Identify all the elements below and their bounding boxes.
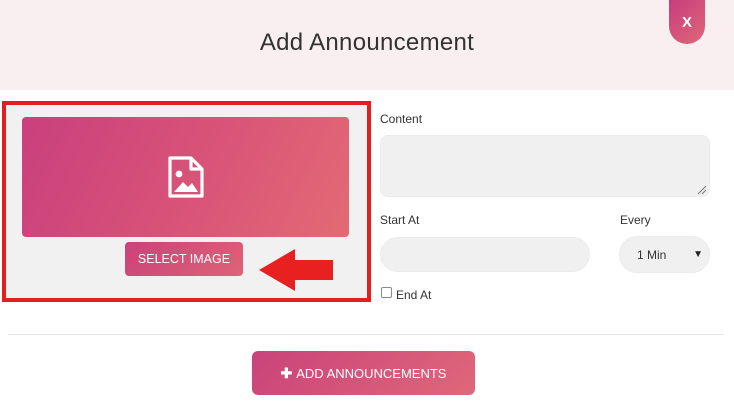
close-button[interactable]: X xyxy=(669,0,705,44)
end-at-label: End At xyxy=(396,288,432,302)
add-announcements-label: ADD ANNOUNCEMENTS xyxy=(296,365,447,381)
image-preview[interactable] xyxy=(22,117,349,237)
caret-down-icon: ▼ xyxy=(693,249,703,260)
add-announcement-modal: Add Announcement X SELECT IMAGE Content … xyxy=(0,0,734,408)
plus-icon: ✚ xyxy=(280,364,293,381)
image-file-icon xyxy=(167,156,204,198)
modal-title: Add Announcement xyxy=(259,29,475,56)
divider xyxy=(8,334,724,335)
content-textarea[interactable] xyxy=(380,135,710,197)
start-at-input[interactable] xyxy=(380,237,590,272)
content-label: Content xyxy=(380,112,423,126)
end-at-checkbox[interactable] xyxy=(381,287,392,298)
modal-header: Add Announcement X xyxy=(0,0,734,90)
start-at-label: Start At xyxy=(380,213,420,227)
red-arrow-icon xyxy=(259,249,333,291)
add-announcements-button[interactable]: ✚ ADD ANNOUNCEMENTS xyxy=(252,351,475,395)
select-image-button[interactable]: SELECT IMAGE xyxy=(125,242,243,276)
every-select[interactable]: 1 Min ▼ xyxy=(619,236,710,273)
every-label: Every xyxy=(620,213,651,227)
every-select-value: 1 Min xyxy=(637,247,667,262)
resize-grip-icon[interactable] xyxy=(697,185,707,195)
